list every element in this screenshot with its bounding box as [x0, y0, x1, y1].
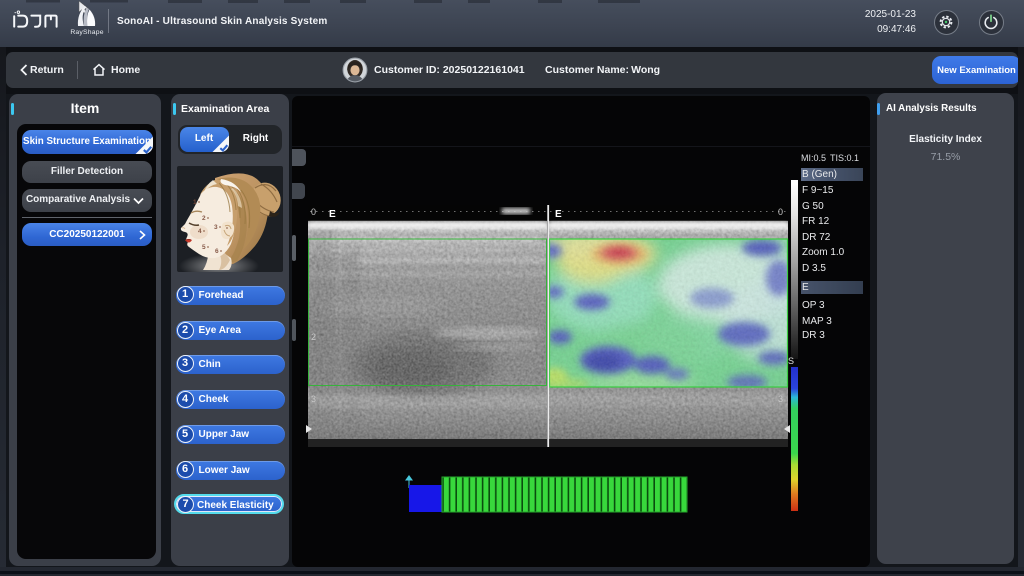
- svg-text:S: S: [788, 356, 794, 366]
- svg-text:E: E: [555, 209, 562, 220]
- svg-text:3: 3: [214, 224, 218, 231]
- svg-text:3: 3: [778, 394, 783, 404]
- svg-text:0: 0: [778, 207, 783, 217]
- svg-text:1: 1: [193, 199, 197, 206]
- svg-text:2: 2: [202, 215, 206, 222]
- svg-text:0: 0: [311, 207, 316, 217]
- svg-text:2: 2: [311, 332, 316, 342]
- svg-text:E: E: [329, 209, 336, 220]
- svg-text:5: 5: [202, 244, 206, 251]
- svg-text:3: 3: [311, 394, 316, 404]
- svg-text:6: 6: [215, 248, 219, 255]
- svg-text:4: 4: [198, 228, 202, 235]
